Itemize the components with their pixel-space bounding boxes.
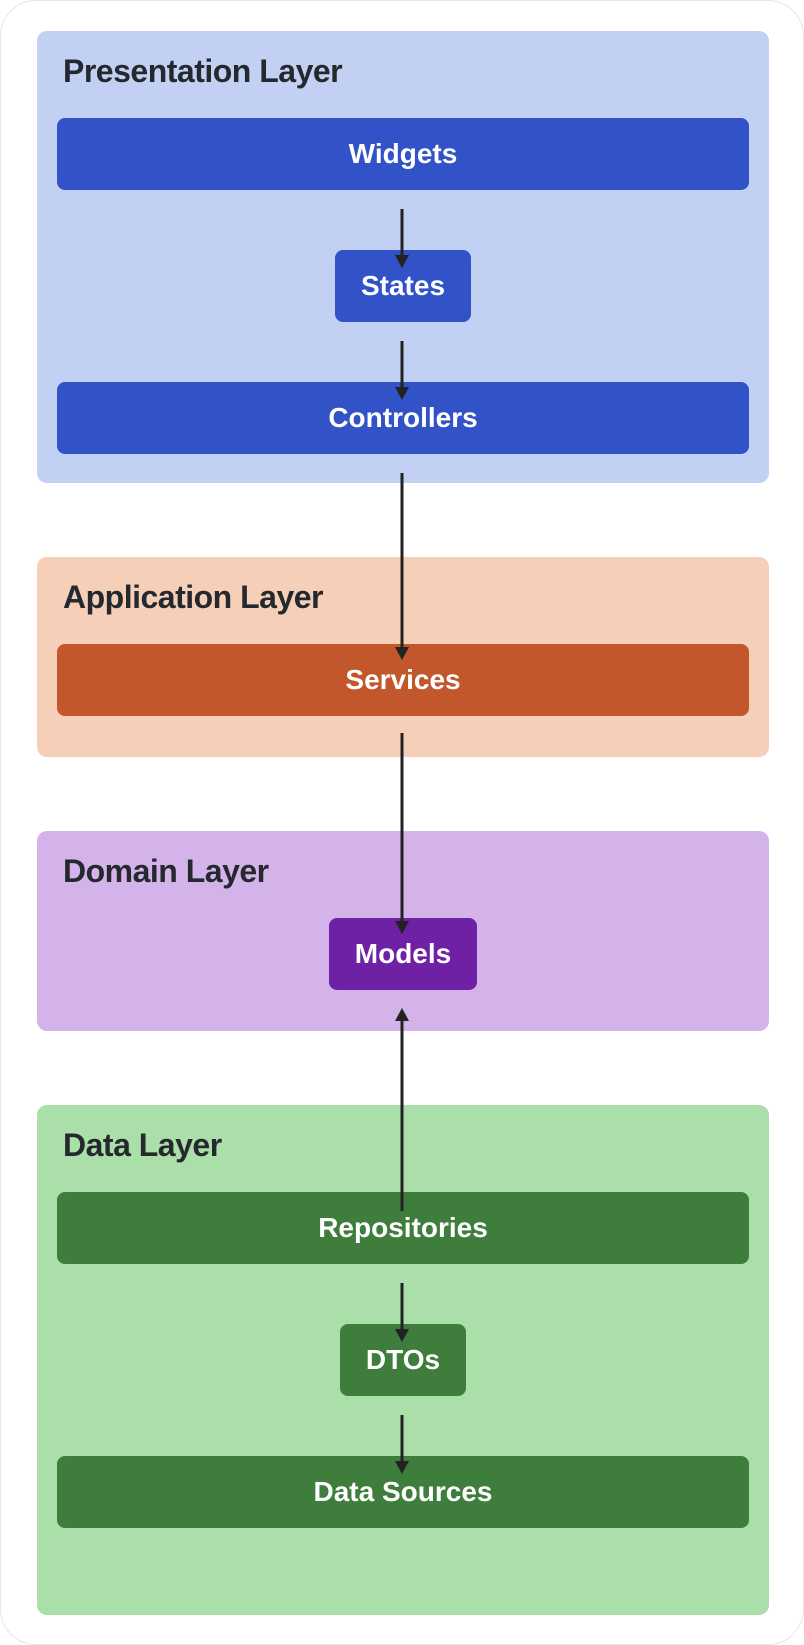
presentation-layer-title: Presentation Layer <box>63 53 749 90</box>
widgets-label: Widgets <box>349 140 458 168</box>
services-label: Services <box>345 666 460 694</box>
arrow-repositories-to-dtos <box>392 1283 412 1343</box>
arrow-states-to-controllers <box>392 341 412 401</box>
data-sources-label: Data Sources <box>314 1478 493 1506</box>
dtos-label: DTOs <box>366 1346 440 1374</box>
arrow-widgets-to-states <box>392 209 412 269</box>
architecture-diagram: Presentation Layer Widgets States Contro… <box>0 0 804 1645</box>
arrow-controllers-to-services <box>392 473 412 661</box>
states-label: States <box>361 272 445 300</box>
arrow-repositories-to-models <box>392 1007 412 1211</box>
models-label: Models <box>355 940 451 968</box>
arrow-services-to-models <box>392 733 412 935</box>
arrow-dtos-to-datasources <box>392 1415 412 1475</box>
controllers-label: Controllers <box>328 404 477 432</box>
repositories-label: Repositories <box>318 1214 488 1242</box>
widgets-node: Widgets <box>57 118 749 190</box>
